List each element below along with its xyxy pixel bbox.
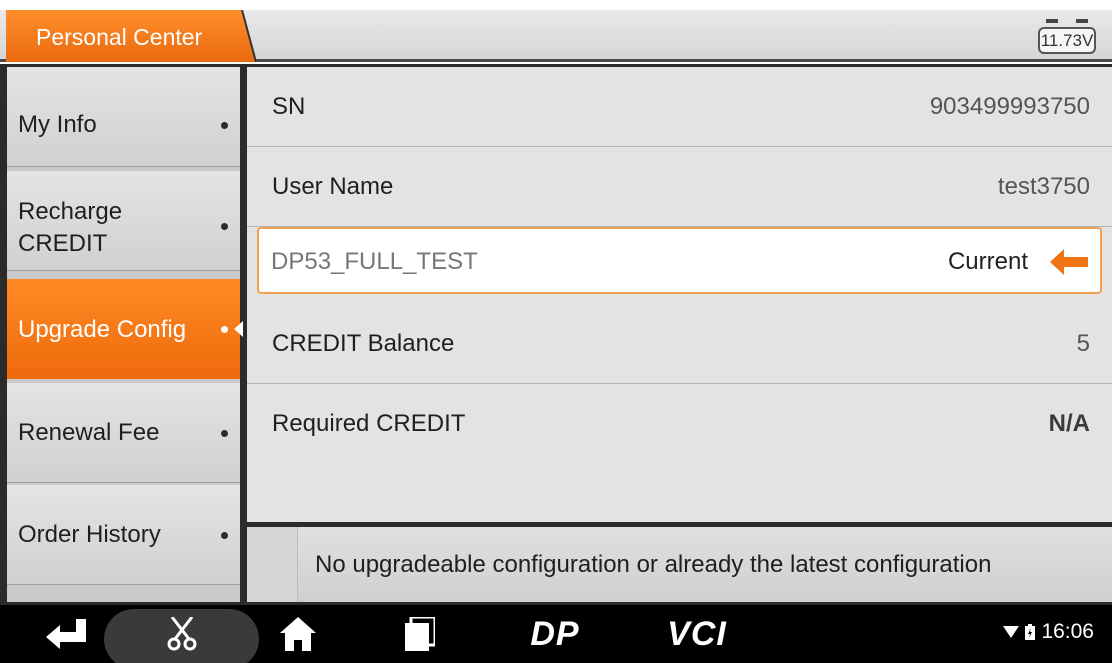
- sidebar-item-recharge-credit[interactable]: Recharge CREDIT: [7, 171, 240, 271]
- user-name-value: test3750: [997, 173, 1090, 200]
- bullet-dot-icon: [221, 122, 228, 129]
- status-message: No upgradeable configuration or already …: [315, 551, 992, 578]
- battery-terminal-icon: [1076, 19, 1088, 23]
- sn-value: 903499993750: [929, 93, 1090, 120]
- user-name-row: User Name test3750: [247, 147, 1112, 227]
- config-name: DP53_FULL_TEST: [271, 248, 478, 275]
- page-title: Personal Center: [36, 24, 203, 50]
- sidebar-item-label: Order History: [18, 521, 161, 548]
- page-title-tab: Personal Center: [6, 10, 256, 62]
- system-navigation-bar: DP VCI 16:06: [0, 605, 1112, 663]
- sn-label: SN: [272, 93, 306, 120]
- bullet-dot-icon: [221, 223, 228, 230]
- sidebar-item-label: Recharge CREDIT: [18, 198, 123, 257]
- arrow-left-icon: [1050, 249, 1088, 275]
- vci-button[interactable]: VCI: [656, 605, 738, 663]
- message-bar-button[interactable]: [247, 527, 298, 602]
- required-credit-value: N/A: [1048, 410, 1090, 437]
- back-arrow-icon: [46, 619, 86, 649]
- account-info-panel: SN 903499993750 User Name test3750 DP53_…: [247, 67, 1112, 522]
- sidebar-item-label: Renewal Fee: [18, 419, 160, 446]
- bullet-dot-icon: [221, 326, 228, 333]
- voltage-value: 11.73V: [1038, 27, 1096, 54]
- credit-balance-value: 5: [1076, 330, 1090, 357]
- required-credit-label: Required CREDIT: [272, 410, 466, 437]
- battery-terminal-icon: [1046, 19, 1058, 23]
- sidebar-item-upgrade-config[interactable]: Upgrade Config: [7, 279, 240, 379]
- dp-brand-logo[interactable]: DP: [515, 605, 595, 663]
- home-icon: [280, 617, 316, 651]
- sidebar-item-renewal-fee[interactable]: Renewal Fee: [7, 383, 240, 483]
- screenshot-button[interactable]: [155, 605, 209, 663]
- vci-text: VCI: [667, 614, 727, 653]
- scissors-icon: [167, 617, 197, 651]
- battery-voltage-indicator: 11.73V: [1036, 19, 1100, 55]
- wifi-icon: [1003, 626, 1020, 638]
- current-config-item[interactable]: DP53_FULL_TEST Current: [257, 227, 1102, 294]
- required-credit-row: Required CREDIT N/A: [247, 384, 1112, 464]
- user-name-label: User Name: [272, 173, 394, 200]
- config-status: Current: [947, 248, 1028, 275]
- recent-apps-icon: [405, 617, 435, 651]
- battery-charging-icon: [1025, 624, 1036, 640]
- sn-row: SN 903499993750: [247, 67, 1112, 147]
- title-bar: Personal Center 11.73V: [0, 0, 1112, 64]
- app-window: Personal Center 11.73V My Info Recharge …: [0, 0, 1112, 663]
- sidebar-item-order-history[interactable]: Order History: [7, 485, 240, 585]
- credit-balance-row: CREDIT Balance 5: [247, 304, 1112, 384]
- dp-brand-text: DP: [530, 614, 580, 653]
- bullet-dot-icon: [221, 430, 228, 437]
- status-area: 16:06: [1003, 620, 1094, 644]
- active-pointer-icon: [234, 321, 243, 337]
- recent-apps-button[interactable]: [397, 605, 443, 663]
- clock: 16:06: [1041, 620, 1094, 643]
- home-button[interactable]: [275, 605, 321, 663]
- sidebar: My Info Recharge CREDIT Upgrade Config R…: [7, 67, 240, 602]
- credit-balance-label: CREDIT Balance: [272, 330, 455, 357]
- sidebar-item-my-info[interactable]: My Info: [7, 67, 240, 167]
- bullet-dot-icon: [221, 532, 228, 539]
- sidebar-item-label: My Info: [18, 111, 97, 138]
- back-button[interactable]: [40, 605, 94, 663]
- status-message-bar: No upgradeable configuration or already …: [247, 527, 1112, 602]
- sidebar-item-label: Upgrade Config: [18, 316, 187, 343]
